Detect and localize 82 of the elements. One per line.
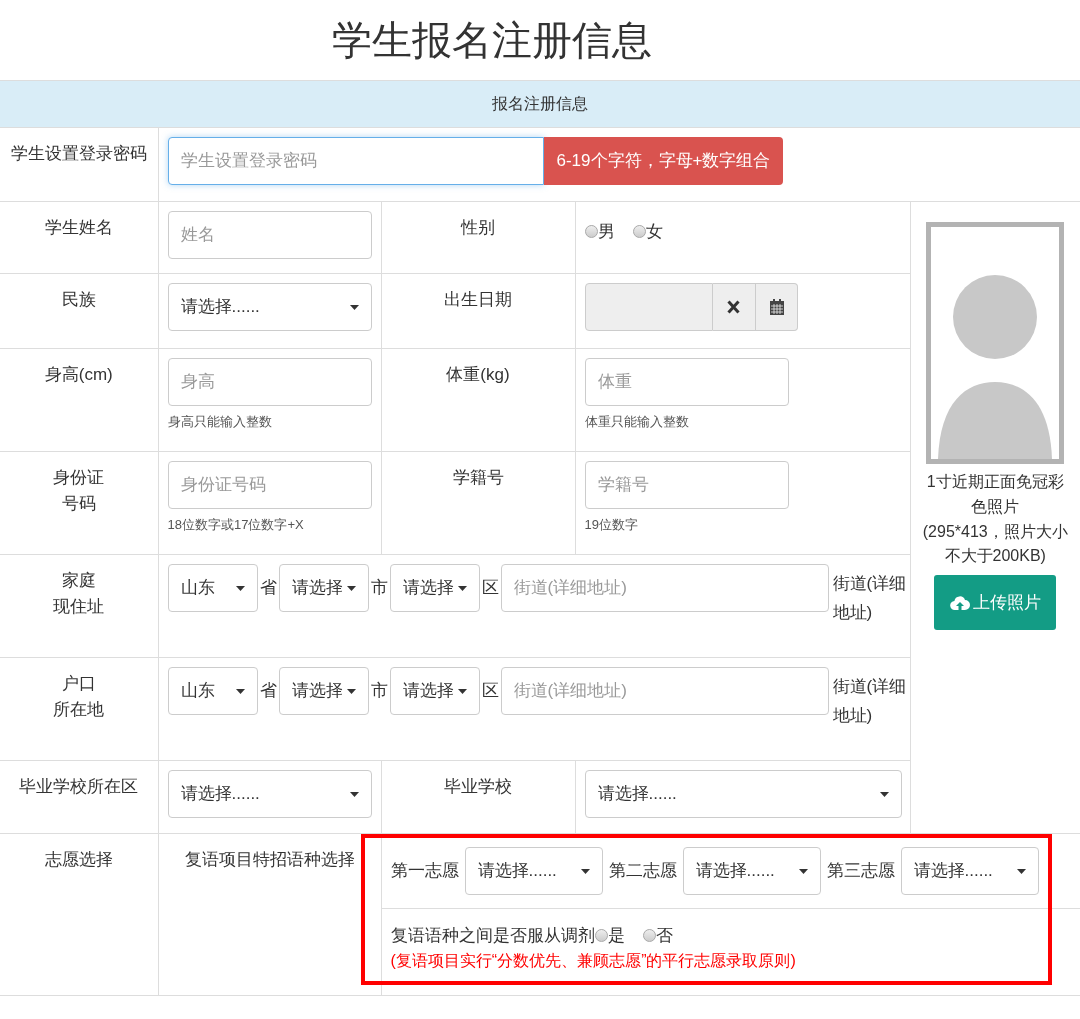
radio-option[interactable]: 男 xyxy=(584,219,615,245)
select-field[interactable]: 请选择...... xyxy=(464,847,603,895)
radio-button[interactable] xyxy=(642,929,656,943)
text-field[interactable]: 身高 xyxy=(167,358,372,406)
unit-label: 区 xyxy=(481,680,499,702)
radio-option[interactable]: 是 xyxy=(594,923,625,949)
field-label: 民族 xyxy=(61,290,96,309)
field-label: 学生设置登录密码 xyxy=(10,144,147,163)
field-label: 学籍号 xyxy=(452,468,504,487)
select-field[interactable]: 请选择 xyxy=(389,667,480,715)
field-label: 学生姓名 xyxy=(44,218,113,237)
unit-label: 市 xyxy=(370,680,388,702)
date-field[interactable] xyxy=(584,283,713,331)
text-field[interactable]: 街道(详细地址) xyxy=(500,667,829,715)
caret-icon xyxy=(349,791,359,797)
calendar-button[interactable] xyxy=(755,283,799,331)
field-label: 复语项目特招语种选择 xyxy=(184,850,355,869)
text-field[interactable]: 身份证号码 xyxy=(167,461,372,509)
radio-button[interactable] xyxy=(584,225,598,239)
unit-label: 区 xyxy=(481,577,499,599)
select-field[interactable]: 山东 xyxy=(167,564,258,612)
caret-icon xyxy=(879,791,889,797)
unit-label: 市 xyxy=(370,577,388,599)
caret-icon xyxy=(457,585,467,591)
photo-caption: 1寸近期正面免冠彩色照片 (295*413，照片大小不大于200KB) xyxy=(921,472,1069,567)
field-label: 户口 所在地 xyxy=(53,674,105,719)
field-label: 身高(cm) xyxy=(44,365,113,384)
select-field[interactable]: 请选择 xyxy=(389,564,480,612)
field-label: 体重(kg) xyxy=(446,365,510,384)
hint-badge: 6-19个字符，字母+数字组合 xyxy=(543,137,784,185)
caret-icon xyxy=(457,688,467,694)
radio-button[interactable] xyxy=(632,225,646,239)
field-label: 身份证 号码 xyxy=(53,468,105,513)
unit-label: 街道(详细地址) xyxy=(832,676,908,727)
help-text: 身高只能输入整数 xyxy=(167,413,273,431)
radio-option[interactable]: 否 xyxy=(642,923,673,949)
choice-label: 第一志愿 xyxy=(390,860,459,883)
field-label: 性别 xyxy=(461,218,495,237)
radio-button[interactable] xyxy=(594,929,608,943)
field-label: 出生日期 xyxy=(444,290,512,309)
select-field[interactable]: 请选择...... xyxy=(167,283,372,331)
text-field[interactable]: 学生设置登录密码 xyxy=(167,137,544,185)
select-field[interactable]: 请选择 xyxy=(278,667,369,715)
choice-label: 第三志愿 xyxy=(826,860,895,883)
select-field[interactable]: 请选择...... xyxy=(682,847,821,895)
question-label: 复语语种之间是否服从调剂 xyxy=(390,925,595,947)
help-text: 19位数字 xyxy=(584,516,639,534)
caret-icon xyxy=(235,688,245,694)
caret-icon xyxy=(346,688,356,694)
field-label: 家庭 现住址 xyxy=(53,571,105,616)
clear-button[interactable] xyxy=(712,283,756,331)
unit-label: 街道(详细地址) xyxy=(832,573,908,624)
caret-icon xyxy=(1016,868,1026,874)
page-title: 学生报名注册信息 xyxy=(331,17,653,64)
choice-label: 第二志愿 xyxy=(608,860,677,883)
field-label: 志愿选择 xyxy=(44,850,113,869)
text-field[interactable]: 姓名 xyxy=(167,211,372,259)
unit-label: 省 xyxy=(259,577,277,599)
cloud-upload-icon xyxy=(949,594,970,611)
select-field[interactable]: 请选择...... xyxy=(167,770,372,818)
unit-label: 省 xyxy=(259,680,277,702)
caret-icon xyxy=(346,585,356,591)
caret-icon xyxy=(580,868,590,874)
select-field[interactable]: 请选择 xyxy=(278,564,369,612)
text-field[interactable]: 学籍号 xyxy=(584,461,789,509)
section-header: 报名注册信息 xyxy=(492,95,588,112)
field-label: 毕业学校所在区 xyxy=(19,777,139,796)
help-text: 体重只能输入整数 xyxy=(584,413,690,431)
caret-icon xyxy=(349,304,359,310)
select-field[interactable]: 请选择...... xyxy=(900,847,1039,895)
text-field[interactable]: 体重 xyxy=(584,358,789,406)
caret-icon xyxy=(235,585,245,591)
calendar-icon xyxy=(769,299,784,315)
select-field[interactable]: 山东 xyxy=(167,667,258,715)
field-label: 毕业学校 xyxy=(444,777,512,796)
caret-icon xyxy=(798,868,808,874)
close-icon xyxy=(727,300,741,314)
help-text: 18位数字或17位数字+X xyxy=(167,516,305,534)
select-field[interactable]: 请选择...... xyxy=(584,770,902,818)
radio-option[interactable]: 女 xyxy=(632,219,663,245)
text-field[interactable]: 街道(详细地址) xyxy=(500,564,829,612)
note-text: (复语项目实行“分数优先、兼顾志愿”的平行志愿录取原则) xyxy=(390,950,797,971)
